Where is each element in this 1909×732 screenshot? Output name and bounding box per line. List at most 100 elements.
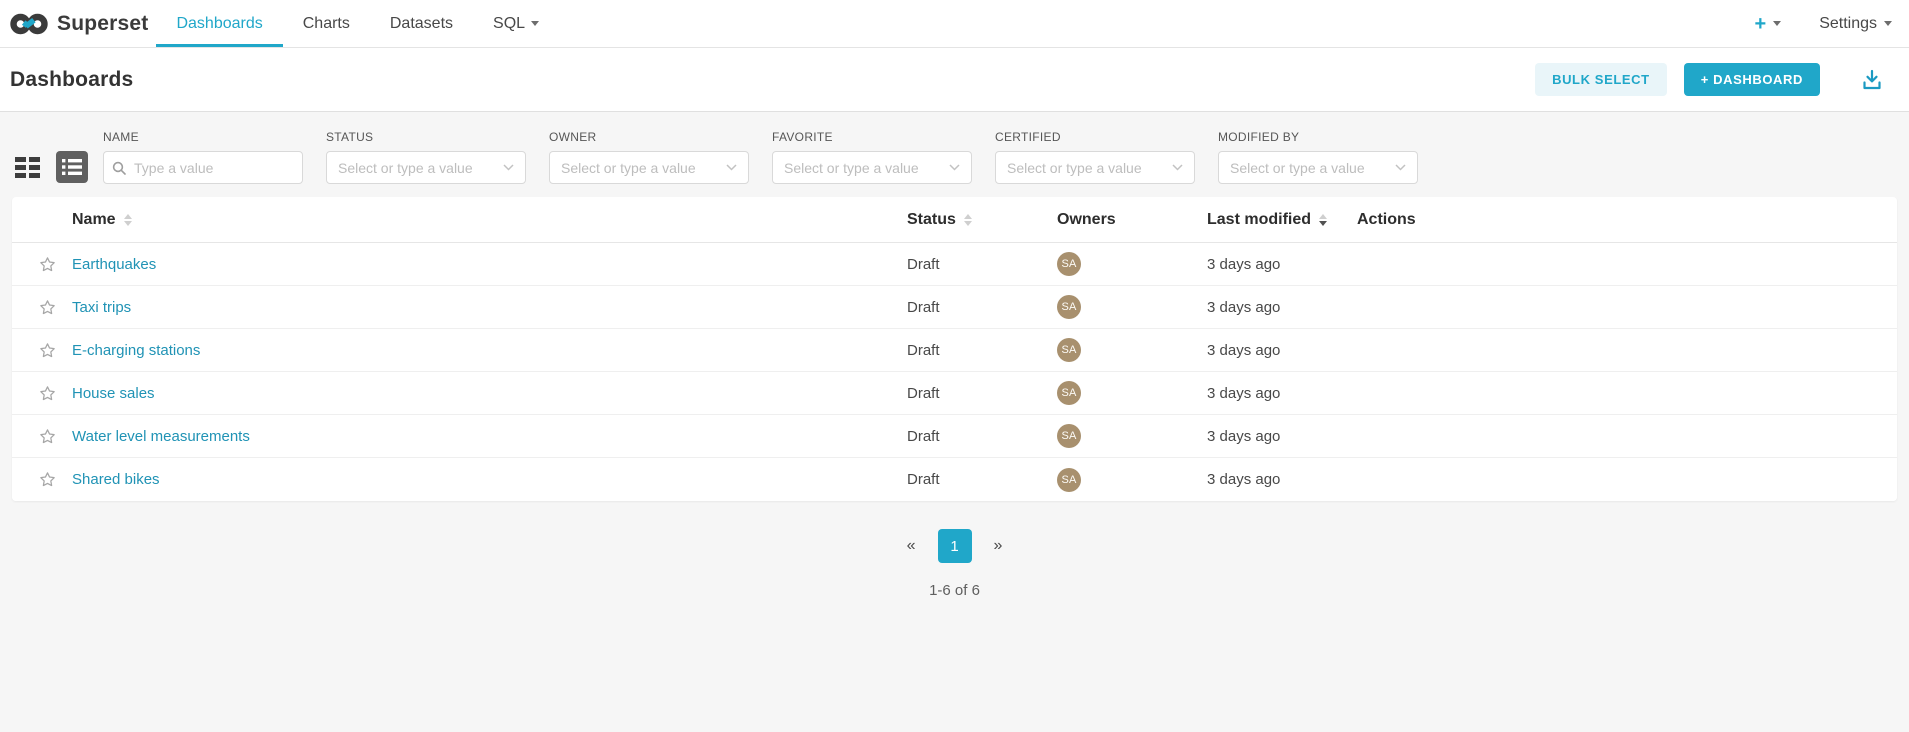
name-search-box bbox=[103, 151, 303, 184]
list-view-icon bbox=[62, 159, 82, 175]
dashboard-name-link[interactable]: Shared bikes bbox=[72, 471, 160, 488]
nav-tab-dashboards[interactable]: Dashboards bbox=[156, 0, 282, 47]
view-mode-toggles bbox=[12, 151, 88, 183]
card-view-toggle-button[interactable] bbox=[12, 151, 44, 183]
chevron-down-icon bbox=[531, 21, 539, 26]
dashboard-name-link[interactable]: Taxi trips bbox=[72, 299, 131, 316]
filter-label: OWNER bbox=[549, 130, 749, 144]
settings-menu-button[interactable]: Settings bbox=[1819, 15, 1892, 33]
table-row: House sales Draft SA 3 days ago bbox=[12, 372, 1897, 415]
filter-label: NAME bbox=[103, 130, 303, 144]
status-select[interactable]: Select or type a value bbox=[326, 151, 526, 184]
sort-icon bbox=[124, 214, 132, 226]
chevron-down-icon bbox=[1773, 21, 1781, 26]
dashboard-name-link[interactable]: Water level measurements bbox=[72, 428, 250, 445]
dashboard-name-link[interactable]: Earthquakes bbox=[72, 256, 156, 273]
brand-wordmark: Superset bbox=[57, 12, 148, 36]
page-header: Dashboards BULK SELECT + DASHBOARD bbox=[0, 48, 1909, 112]
column-header-last-modified[interactable]: Last modified bbox=[1195, 211, 1345, 229]
filter-name: NAME bbox=[103, 130, 303, 184]
last-modified-cell: 3 days ago bbox=[1195, 299, 1345, 316]
new-item-menu-button[interactable]: + bbox=[1755, 14, 1782, 34]
favorite-star-icon[interactable] bbox=[38, 427, 57, 446]
filter-label: FAVORITE bbox=[772, 130, 972, 144]
dashboard-name-link[interactable]: E-charging stations bbox=[72, 342, 200, 359]
plus-icon: + bbox=[1755, 14, 1767, 34]
filter-certified: CERTIFIED Select or type a value bbox=[995, 130, 1195, 184]
dashboard-name-link[interactable]: House sales bbox=[72, 385, 155, 402]
pagination-summary: 1-6 of 6 bbox=[12, 582, 1897, 599]
table-body: Earthquakes Draft SA 3 days ago bbox=[12, 243, 1897, 501]
header-actions: BULK SELECT + DASHBOARD bbox=[1535, 63, 1887, 96]
bulk-select-button[interactable]: BULK SELECT bbox=[1535, 63, 1667, 96]
table-header-row: Name Status Owners Last modified Actions bbox=[12, 197, 1897, 243]
chevron-down-icon bbox=[949, 164, 960, 171]
status-cell: Draft bbox=[895, 256, 1045, 273]
search-icon bbox=[112, 161, 126, 175]
chevron-down-icon bbox=[1172, 164, 1183, 171]
owners-cell: SA bbox=[1045, 252, 1195, 276]
owner-avatar: SA bbox=[1057, 252, 1081, 276]
owner-avatar: SA bbox=[1057, 295, 1081, 319]
filter-label: STATUS bbox=[326, 130, 526, 144]
owner-avatar: SA bbox=[1057, 424, 1081, 448]
import-dashboards-button[interactable] bbox=[1857, 65, 1887, 95]
status-cell: Draft bbox=[895, 471, 1045, 488]
owner-avatar: SA bbox=[1057, 468, 1081, 492]
filter-label: MODIFIED BY bbox=[1218, 130, 1418, 144]
list-view-toggle-button[interactable] bbox=[56, 151, 88, 183]
sort-desc-icon bbox=[1319, 214, 1327, 226]
favorite-star-icon[interactable] bbox=[38, 255, 57, 274]
favorite-star-icon[interactable] bbox=[38, 470, 57, 489]
status-cell: Draft bbox=[895, 428, 1045, 445]
superset-infinity-icon bbox=[10, 11, 48, 37]
last-modified-cell: 3 days ago bbox=[1195, 342, 1345, 359]
owners-cell: SA bbox=[1045, 381, 1195, 405]
modified-by-select[interactable]: Select or type a value bbox=[1218, 151, 1418, 184]
main-nav: Dashboards Charts Datasets SQL bbox=[156, 0, 559, 47]
pagination-next-button[interactable]: » bbox=[986, 533, 1011, 559]
dashboards-table-card: Name Status Owners Last modified Actions bbox=[12, 197, 1897, 501]
owner-select[interactable]: Select or type a value bbox=[549, 151, 749, 184]
table-row: Taxi trips Draft SA 3 days ago bbox=[12, 286, 1897, 329]
filter-modified-by: MODIFIED BY Select or type a value bbox=[1218, 130, 1418, 184]
favorite-select[interactable]: Select or type a value bbox=[772, 151, 972, 184]
last-modified-cell: 3 days ago bbox=[1195, 385, 1345, 402]
chevron-down-icon bbox=[1395, 164, 1406, 171]
chevron-down-icon bbox=[726, 164, 737, 171]
column-header-name[interactable]: Name bbox=[72, 211, 895, 229]
sort-icon bbox=[964, 214, 972, 226]
status-cell: Draft bbox=[895, 385, 1045, 402]
pagination-prev-button[interactable]: « bbox=[899, 533, 924, 559]
filter-label: CERTIFIED bbox=[995, 130, 1195, 144]
filter-bar: NAME STATUS Select or type a value OWNE bbox=[12, 130, 1897, 184]
certified-select[interactable]: Select or type a value bbox=[995, 151, 1195, 184]
nav-tab-charts[interactable]: Charts bbox=[283, 0, 370, 47]
favorite-star-icon[interactable] bbox=[38, 341, 57, 360]
owners-cell: SA bbox=[1045, 295, 1195, 319]
status-cell: Draft bbox=[895, 342, 1045, 359]
favorite-star-icon[interactable] bbox=[38, 298, 57, 317]
table-row: Shared bikes Draft SA 3 days ago bbox=[12, 458, 1897, 501]
top-navbar: Superset Dashboards Charts Datasets SQL … bbox=[0, 0, 1909, 48]
pagination-page-1-button[interactable]: 1 bbox=[938, 529, 972, 563]
owners-cell: SA bbox=[1045, 424, 1195, 448]
nav-tab-datasets[interactable]: Datasets bbox=[370, 0, 473, 47]
grid-view-icon bbox=[15, 157, 41, 178]
status-cell: Draft bbox=[895, 299, 1045, 316]
filter-status: STATUS Select or type a value bbox=[326, 130, 526, 184]
filter-owner: OWNER Select or type a value bbox=[549, 130, 749, 184]
favorite-star-icon[interactable] bbox=[38, 384, 57, 403]
search-input[interactable] bbox=[126, 152, 294, 183]
pagination: « 1 » bbox=[12, 529, 1897, 563]
column-header-status[interactable]: Status bbox=[895, 211, 1045, 229]
superset-logo[interactable]: Superset bbox=[10, 0, 148, 47]
nav-tab-sql[interactable]: SQL bbox=[473, 0, 559, 47]
page-title: Dashboards bbox=[10, 68, 133, 92]
table-row: E-charging stations Draft SA 3 days ago bbox=[12, 329, 1897, 372]
last-modified-cell: 3 days ago bbox=[1195, 471, 1345, 488]
owner-avatar: SA bbox=[1057, 381, 1081, 405]
table-row: Earthquakes Draft SA 3 days ago bbox=[12, 243, 1897, 286]
new-dashboard-button[interactable]: + DASHBOARD bbox=[1684, 63, 1820, 96]
column-header-owners: Owners bbox=[1045, 211, 1195, 229]
